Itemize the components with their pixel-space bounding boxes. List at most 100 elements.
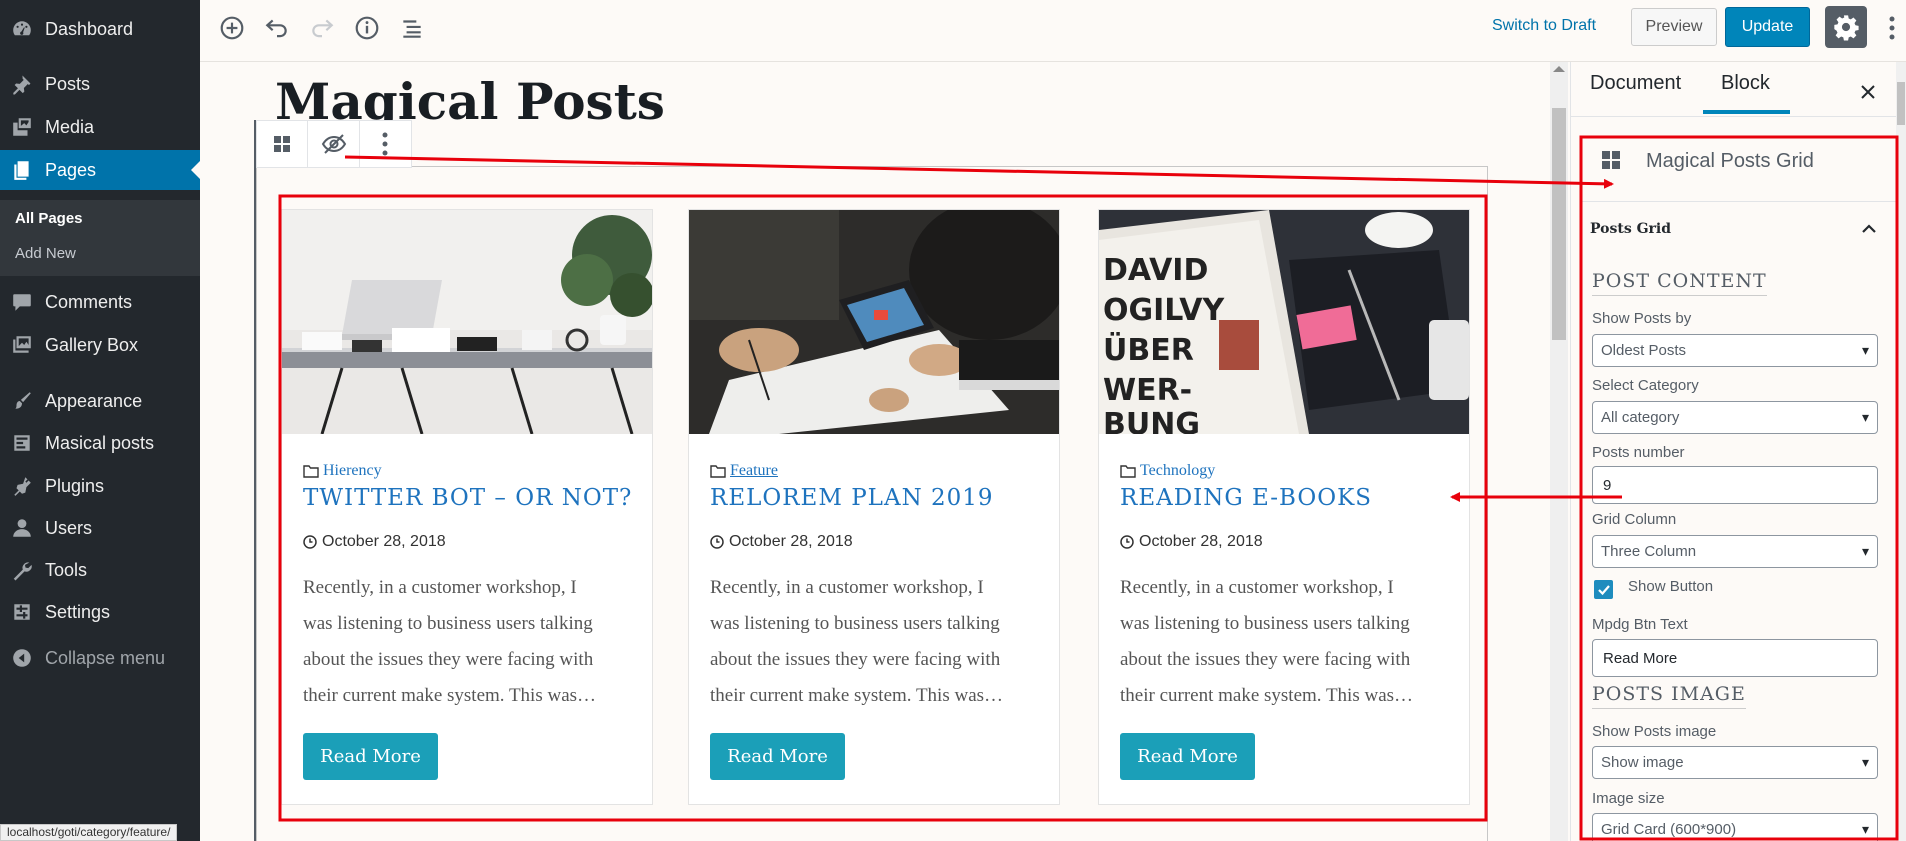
tab-block[interactable]: Block xyxy=(1721,72,1770,95)
read-more-button[interactable]: Read More xyxy=(303,733,438,780)
chevron-up-icon[interactable] xyxy=(1861,222,1877,234)
editor-toolbar: Switch to Draft Preview Update xyxy=(200,0,1906,62)
wrench-icon xyxy=(13,562,32,581)
post-date-label: October 28, 2018 xyxy=(322,533,446,550)
image-size-label: Image size xyxy=(1592,790,1665,807)
post-thumbnail[interactable] xyxy=(689,210,1059,434)
sidebar-item-label: Dashboard xyxy=(45,18,134,39)
show-button-checkbox[interactable] xyxy=(1594,580,1613,599)
undo-icon xyxy=(265,19,287,38)
posts-number-input[interactable]: 9 xyxy=(1592,466,1878,504)
post-title-link[interactable]: RELOREM PLAN 2019 xyxy=(710,485,994,511)
gear-icon xyxy=(1834,15,1859,41)
post-category-link[interactable]: Technology xyxy=(1120,462,1215,480)
btn-text-input[interactable]: Read More xyxy=(1592,639,1878,677)
book-cover-text: OGILVY xyxy=(1103,293,1225,328)
post-title-link[interactable]: READING E-BOOKS xyxy=(1120,485,1372,511)
posts-grid-panel-toggle[interactable]: Posts Grid xyxy=(1590,221,1671,237)
post-excerpt: Recently, in a customer workshop, I was … xyxy=(303,570,633,714)
folder-icon xyxy=(1120,465,1136,478)
read-more-button[interactable]: Read More xyxy=(710,733,845,780)
book-cover-text: WER- xyxy=(1103,373,1192,408)
undo-button[interactable] xyxy=(261,12,293,44)
sidebar-item-dashboard[interactable]: Dashboard xyxy=(0,9,200,49)
plus-circle-icon xyxy=(220,16,244,40)
sidebar-item-label: Settings xyxy=(45,601,111,622)
sidebar-item-media[interactable]: Media xyxy=(0,107,200,147)
sidebar-item-gallery-box[interactable]: Gallery Box xyxy=(0,325,200,365)
show-posts-by-select[interactable]: Oldest Posts xyxy=(1592,334,1878,367)
more-options-button[interactable] xyxy=(1886,12,1898,44)
brush-icon xyxy=(15,392,31,409)
sidebar-item-posts[interactable]: Posts xyxy=(0,64,200,104)
sidebar-item-users[interactable]: Users xyxy=(0,508,200,548)
btn-text-label: Mpdg Btn Text xyxy=(1592,616,1688,633)
plugin-icon xyxy=(14,477,31,496)
panel-scrollbar[interactable] xyxy=(1896,62,1906,841)
read-more-button[interactable]: Read More xyxy=(1120,733,1255,780)
excerpt-line: about the issues they were facing with xyxy=(303,649,594,670)
sidebar-item-comments[interactable]: Comments xyxy=(0,282,200,322)
check-icon xyxy=(1597,584,1610,595)
select-value: Grid Card (600*900) xyxy=(1601,821,1737,838)
sidebar-item-appearance[interactable]: Appearance xyxy=(0,381,200,421)
excerpt-line: was listening to business users talking xyxy=(1120,613,1410,634)
excerpt-line: Recently, in a customer workshop, I xyxy=(710,577,984,598)
block-type-button[interactable] xyxy=(257,121,309,167)
clock-icon xyxy=(303,535,317,549)
sidebar-item-label: Masical posts xyxy=(45,432,155,453)
post-thumbnail[interactable]: DAVID OGILVY ÜBER WER- BUNG xyxy=(1099,210,1469,434)
sidebar-item-label: Pages xyxy=(45,159,97,180)
post-content-heading: POST CONTENT xyxy=(1592,270,1767,296)
post-category-link[interactable]: Feature xyxy=(710,462,778,480)
sidebar-item-plugins[interactable]: Plugins xyxy=(0,466,200,506)
block-navigation-button[interactable] xyxy=(396,12,428,44)
book-desk-image: DAVID OGILVY ÜBER WER- BUNG xyxy=(1099,210,1469,434)
post-category-link[interactable]: Hierency xyxy=(303,462,382,480)
block-toolbar xyxy=(256,120,412,168)
switch-to-draft-link[interactable]: Switch to Draft xyxy=(1492,17,1596,35)
editor-scrollbar-thumb[interactable] xyxy=(1552,108,1566,340)
collapse-menu-button[interactable]: Collapse menu xyxy=(0,638,200,678)
posts-number-label: Posts number xyxy=(1592,444,1685,461)
sidebar-item-label: Posts xyxy=(45,73,91,94)
post-category-label: Feature xyxy=(730,462,778,479)
pin-icon xyxy=(13,75,31,95)
close-sidebar-button[interactable] xyxy=(1858,82,1878,102)
grid-icon xyxy=(274,136,291,152)
submenu-all-pages[interactable]: All Pages xyxy=(15,210,83,227)
select-category-label: Select Category xyxy=(1592,377,1699,394)
gallery-icon xyxy=(13,336,31,353)
show-posts-image-select[interactable]: Show image xyxy=(1592,746,1878,779)
info-button[interactable] xyxy=(351,12,383,44)
scroll-up-arrow-icon[interactable] xyxy=(1553,66,1565,72)
block-more-options-button[interactable] xyxy=(360,121,411,167)
redo-button[interactable] xyxy=(306,12,338,44)
image-size-select[interactable]: Grid Card (600*900) xyxy=(1592,813,1878,841)
update-button[interactable]: Update xyxy=(1725,7,1810,47)
settings-icon xyxy=(14,604,30,620)
panel-scrollbar-thumb[interactable] xyxy=(1897,82,1905,125)
grid-column-label: Grid Column xyxy=(1592,511,1677,528)
add-block-button[interactable] xyxy=(216,12,248,44)
tab-document[interactable]: Document xyxy=(1590,72,1681,95)
meeting-laptop-image xyxy=(689,210,1059,434)
post-title-link[interactable]: TWITTER BOT – OR NOT? xyxy=(303,485,632,511)
grid-column-select[interactable]: Three Column xyxy=(1592,535,1878,568)
hide-block-button[interactable] xyxy=(308,121,360,167)
sidebar-item-pages[interactable]: Pages xyxy=(0,150,200,190)
sidebar-item-label: Tools xyxy=(45,559,88,580)
settings-toggle-button[interactable] xyxy=(1825,6,1867,48)
preview-button[interactable]: Preview xyxy=(1631,8,1717,46)
sidebar-item-settings[interactable]: Settings xyxy=(0,592,200,632)
select-value: Three Column xyxy=(1601,543,1697,560)
sidebar-item-label: Appearance xyxy=(45,390,143,411)
input-value: 9 xyxy=(1603,476,1612,494)
sidebar-item-label: Users xyxy=(45,517,93,538)
select-category-select[interactable]: All category xyxy=(1592,401,1878,434)
pages-icon xyxy=(14,161,29,180)
submenu-add-new[interactable]: Add New xyxy=(15,245,76,262)
post-thumbnail[interactable] xyxy=(282,210,652,434)
sidebar-item-masical-posts[interactable]: Masical posts xyxy=(0,423,200,463)
sidebar-item-tools[interactable]: Tools xyxy=(0,550,200,590)
